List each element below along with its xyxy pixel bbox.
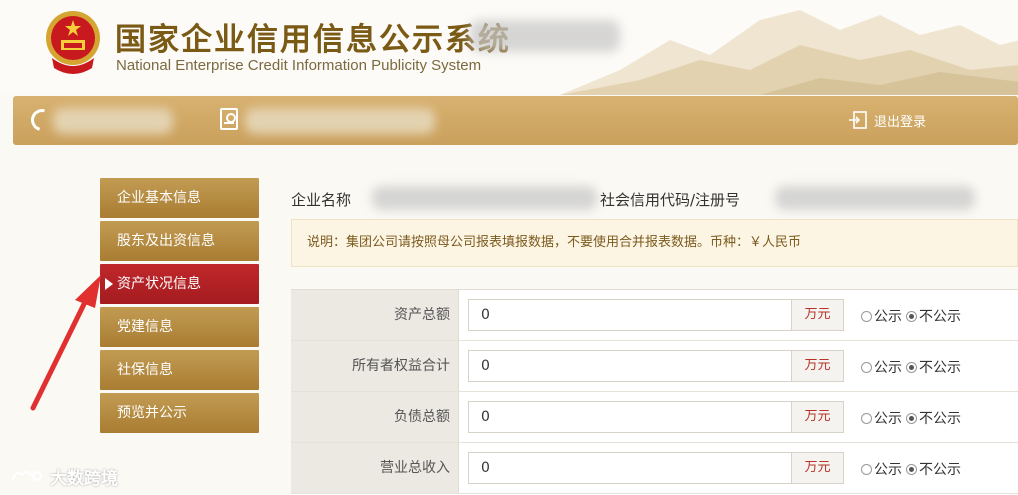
radio-public[interactable] [861,412,872,424]
annotation-arrow [30,275,101,411]
field-label: 资产总额 [291,290,459,340]
radio-label: 不公示 [919,462,961,478]
notice-text: 说明：集团公司请按照母公司报表填报数据，不要使用合并报表数据。币种：￥人民币 [307,235,802,250]
redacted-area [372,186,597,210]
credit-code-label: 社会信用代码/注册号 [600,191,741,209]
company-name-label: 企业名称 [291,191,352,209]
sidebar-item-party-info[interactable]: 党建信息 [100,307,259,347]
watermark-logo-icon [11,470,42,481]
radio-label: 不公示 [919,360,961,376]
form-row-total-revenue: 营业总收入 万元 公示 不公示 [291,443,1018,494]
sidebar-item-asset-info[interactable]: 资产状况信息 [100,264,259,304]
sidebar-item-basic-info[interactable]: 企业基本信息 [100,178,259,218]
radio-public[interactable] [861,463,872,475]
site-title-en: National Enterprise Credit Information P… [116,57,482,74]
unit-label: 万元 [791,299,844,331]
total-assets-input[interactable] [468,299,792,331]
total-liabilities-input[interactable] [468,401,792,433]
publicity-radio-group: 公示 不公示 [861,306,965,326]
sidebar-item-label: 社保信息 [117,362,173,378]
radio-label: 公示 [874,411,902,427]
sidebar-item-label: 党建信息 [117,319,173,335]
watermark: 大数跨境 [10,464,118,489]
logout-icon [849,111,867,129]
redacted-area [775,186,975,210]
total-revenue-input[interactable] [468,452,792,484]
sidebar-item-label: 资产状况信息 [117,276,201,292]
radio-not-public[interactable] [906,463,917,475]
asset-form: 资产总额 万元 公示 不公示 所有者权益合计 万元 公示 不公示 负债总额 万元… [291,289,1018,495]
notice-banner: 说明：集团公司请按照母公司报表填报数据，不要使用合并报表数据。币种：￥人民币 [291,219,1018,267]
sidebar-item-social-security[interactable]: 社保信息 [100,350,259,390]
form-row-owner-equity: 所有者权益合计 万元 公示 不公示 [291,341,1018,392]
field-label: 所有者权益合计 [291,341,459,391]
radio-label: 公示 [874,360,902,376]
id-card-icon [220,108,238,130]
radio-not-public[interactable] [906,412,917,424]
national-emblem-icon [46,11,100,74]
redacted-area [470,20,620,52]
radio-not-public[interactable] [906,361,917,373]
publicity-radio-group: 公示 不公示 [861,357,965,377]
watermark-text: 大数跨境 [50,469,118,489]
redacted-area [245,108,435,134]
sidebar-item-preview-publish[interactable]: 预览并公示 [100,393,259,433]
owner-equity-input[interactable] [468,350,792,382]
field-label: 负债总额 [291,392,459,442]
radio-not-public[interactable] [906,310,917,322]
caret-right-icon [105,278,113,290]
sidebar-item-label: 股东及出资信息 [117,233,215,249]
radio-public[interactable] [861,310,872,322]
sidebar-item-label: 企业基本信息 [117,190,201,206]
mountain-banner-image [560,10,1018,95]
unit-label: 万元 [791,452,844,484]
logout-button[interactable]: 退出登录 [848,108,926,132]
form-row-total-assets: 资产总额 万元 公示 不公示 [291,290,1018,341]
publicity-radio-group: 公示 不公示 [861,408,965,428]
radio-label: 不公示 [919,411,961,427]
site-title-cn: 国家企业信用信息公示系统 [115,22,511,58]
unit-label: 万元 [791,401,844,433]
radio-label: 公示 [874,309,902,325]
radio-label: 公示 [874,462,902,478]
sidebar-item-shareholder-info[interactable]: 股东及出资信息 [100,221,259,261]
radio-label: 不公示 [919,309,961,325]
sidebar-item-label: 预览并公示 [117,405,187,421]
radio-public[interactable] [861,361,872,373]
field-label: 营业总收入 [291,443,459,493]
redacted-area [53,108,173,134]
form-row-total-liabilities: 负债总额 万元 公示 不公示 [291,392,1018,443]
logout-label: 退出登录 [874,114,927,130]
publicity-radio-group: 公示 不公示 [861,459,965,479]
user-toolbar: 退出登录 [13,96,1018,145]
site-header: 国家企业信用信息公示系统 National Enterprise Credit … [0,0,1018,95]
unit-label: 万元 [791,350,844,382]
